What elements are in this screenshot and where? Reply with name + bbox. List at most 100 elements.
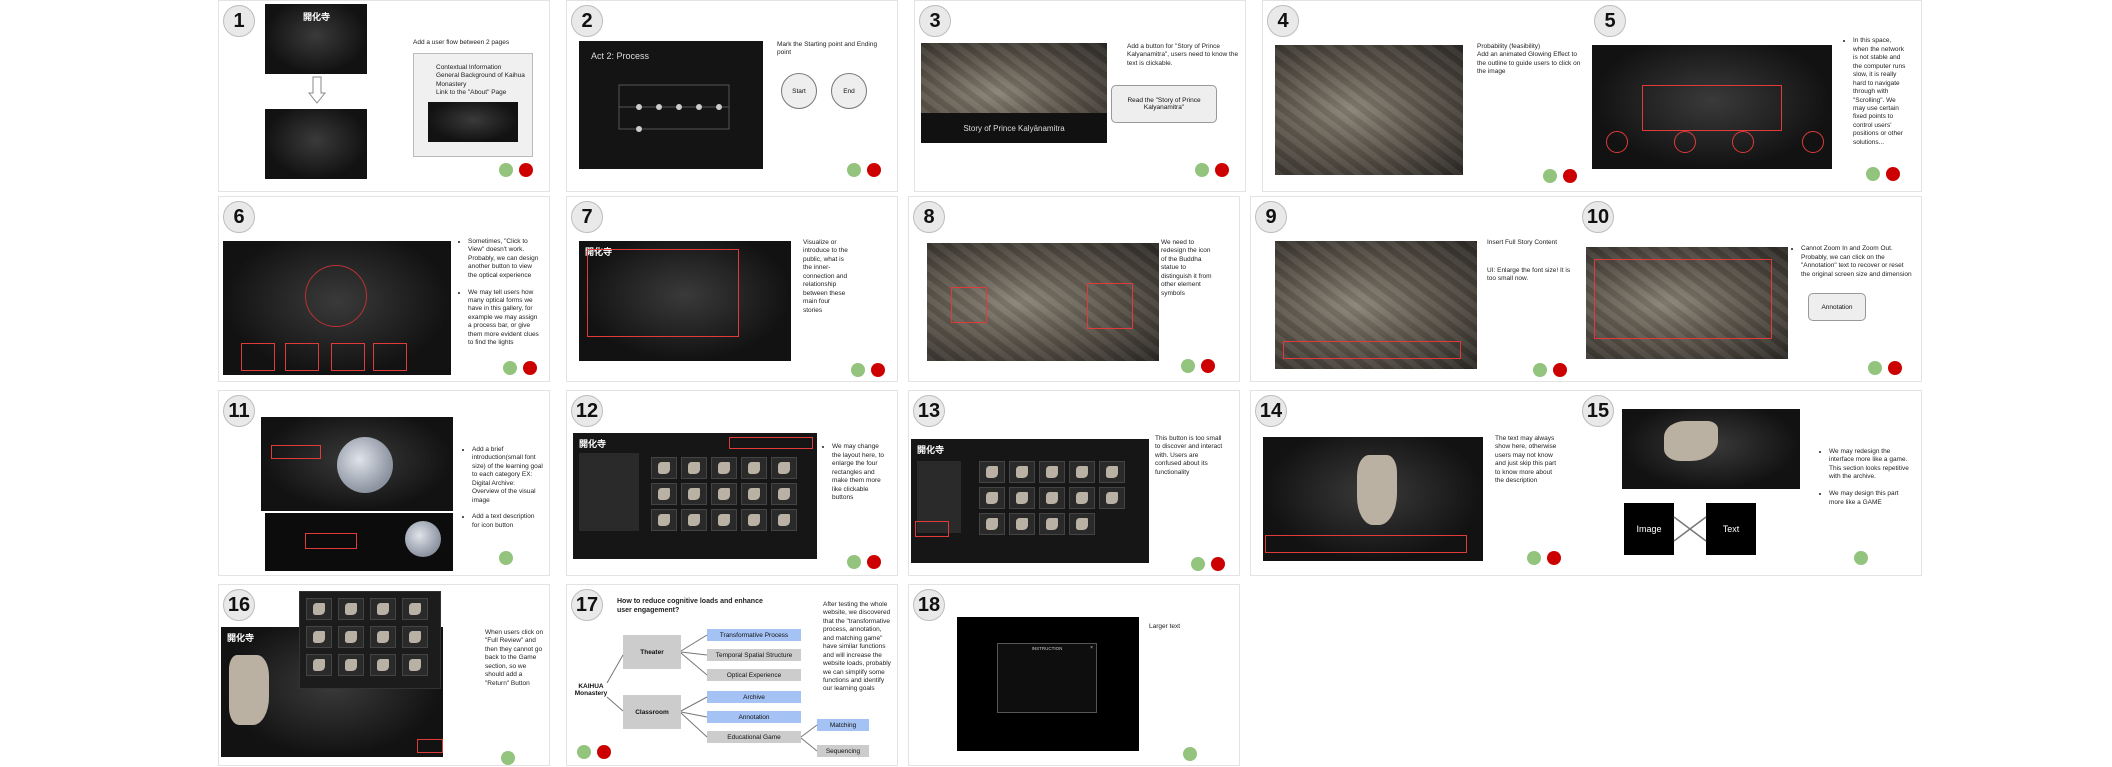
screenshot-game-grid <box>299 591 441 689</box>
note: Add a user flow between 2 pages <box>413 39 510 46</box>
game-tile[interactable] <box>402 598 428 620</box>
archive-tile[interactable] <box>979 487 1005 509</box>
archive-tile[interactable] <box>979 513 1005 535</box>
note-item: Cannot Zoom In and Zoom Out. Probably, w… <box>1801 245 1912 279</box>
panel-14: 14 The text may always show here, otherw… <box>1250 390 1582 576</box>
screenshot-process: Act 2: Process <box>579 41 763 169</box>
archive-tile[interactable] <box>1009 487 1035 509</box>
game-tile[interactable] <box>402 626 428 648</box>
panel-9: 9 Insert Full Story Content UI: Enlarge … <box>1250 196 1582 382</box>
note-item: Sometimes, "Click to View" doesn't work.… <box>468 238 539 280</box>
preview-panel <box>579 453 639 531</box>
panel-15: 15 Image Text We may redesign the interf… <box>1578 390 1922 576</box>
highlight-circle <box>305 265 367 327</box>
panel-number: 5 <box>1594 5 1626 37</box>
game-tile[interactable] <box>370 654 396 676</box>
archive-tile[interactable] <box>1069 487 1095 509</box>
bad-dot <box>597 745 611 759</box>
archive-tile[interactable] <box>1009 461 1035 483</box>
swap-arrows-icon <box>1673 516 1707 542</box>
story-caption: Story of Prince Kalyānamitra <box>921 113 1107 143</box>
note: Probability (feasibility) Add an animate… <box>1477 43 1581 76</box>
archive-tile[interactable] <box>651 483 677 505</box>
panel-number: 14 <box>1255 395 1287 427</box>
archive-tile[interactable] <box>1069 513 1095 535</box>
image-box[interactable]: Image <box>1624 503 1674 555</box>
note-item: In this space, when the network is not s… <box>1853 37 1906 147</box>
highlight-box <box>951 287 987 323</box>
end-button[interactable]: End <box>831 73 867 109</box>
panel-number: 15 <box>1582 395 1614 427</box>
dialog-close-icon[interactable]: × <box>1090 645 1093 651</box>
good-dot <box>577 745 591 759</box>
game-tile[interactable] <box>402 654 428 676</box>
game-tile[interactable] <box>370 598 396 620</box>
bad-dot <box>519 163 533 177</box>
good-dot <box>1868 361 1882 375</box>
bad-dot <box>1215 163 1229 177</box>
archive-tile[interactable] <box>979 461 1005 483</box>
highlight-circle <box>1732 131 1754 153</box>
archive-tile[interactable] <box>681 483 707 505</box>
note: Add a button for "Story of Prince Kalyan… <box>1127 43 1239 67</box>
screenshot-instruction: INSTRUCTION × <box>957 617 1139 751</box>
note: This button is too small to discover and… <box>1155 435 1223 476</box>
archive-tile[interactable] <box>1039 461 1065 483</box>
screenshot-game <box>1622 409 1800 489</box>
panel-number: 16 <box>223 589 255 621</box>
bad-dot <box>523 361 537 375</box>
panel-7: 7 開化寺 Visualize or introduce to the publ… <box>566 196 898 382</box>
game-tile[interactable] <box>338 598 364 620</box>
logo: 開化寺 <box>303 13 331 23</box>
highlight-box <box>915 521 949 537</box>
screenshot-categories <box>261 417 453 511</box>
bad-dot <box>1547 551 1561 565</box>
bad-dot <box>1563 169 1577 183</box>
note-item: We may tell users how many optical forms… <box>468 289 539 348</box>
instruction-dialog: INSTRUCTION × <box>997 643 1097 713</box>
archive-tile[interactable] <box>681 509 707 531</box>
archive-tile[interactable] <box>711 457 737 479</box>
archive-tile[interactable] <box>681 457 707 479</box>
archive-tile[interactable] <box>1099 461 1125 483</box>
archive-tile[interactable] <box>651 457 677 479</box>
screenshot-story-map <box>1275 241 1477 369</box>
archive-tile[interactable] <box>651 509 677 531</box>
game-tile[interactable] <box>370 626 396 648</box>
archive-tile[interactable] <box>1009 513 1035 535</box>
archive-tile[interactable] <box>1069 461 1095 483</box>
screenshot-home: 開化寺 <box>265 4 367 74</box>
annotation-button[interactable]: Annotation <box>1808 293 1866 321</box>
archive-tile[interactable] <box>741 483 767 505</box>
highlight-circle <box>1606 131 1628 153</box>
flow-arrow-icon <box>307 76 327 104</box>
highlight-box <box>373 343 407 371</box>
panel-6: 6 Sometimes, "Click to View" doesn't wor… <box>218 196 550 382</box>
note-item: Add a brief introduction(small font size… <box>472 446 543 505</box>
archive-tile[interactable] <box>711 509 737 531</box>
read-story-button[interactable]: Read the "Story of Prince Kalyanamitra" <box>1111 85 1217 123</box>
game-tile[interactable] <box>306 654 332 676</box>
game-tile[interactable] <box>338 626 364 648</box>
archive-tile[interactable] <box>711 483 737 505</box>
game-tile[interactable] <box>306 626 332 648</box>
archive-tile[interactable] <box>1039 487 1065 509</box>
archive-tile[interactable] <box>1039 513 1065 535</box>
good-dot <box>847 555 861 569</box>
archive-tile[interactable] <box>771 483 797 505</box>
game-tile[interactable] <box>338 654 364 676</box>
text-box[interactable]: Text <box>1706 503 1756 555</box>
archive-tile[interactable] <box>741 509 767 531</box>
panel-number: 4 <box>1267 5 1299 37</box>
start-button[interactable]: Start <box>781 73 817 109</box>
game-tile[interactable] <box>306 598 332 620</box>
archive-tile[interactable] <box>771 457 797 479</box>
archive-tile[interactable] <box>771 509 797 531</box>
good-dot <box>499 551 513 565</box>
artifact-image <box>1357 455 1397 525</box>
archive-tile[interactable] <box>1099 487 1125 509</box>
highlight-box <box>305 533 357 549</box>
archive-tile[interactable] <box>741 457 767 479</box>
logo: 開化寺 <box>579 440 607 450</box>
panel-4: 4 Probability (feasibility) Add an anima… <box>1262 0 1594 192</box>
